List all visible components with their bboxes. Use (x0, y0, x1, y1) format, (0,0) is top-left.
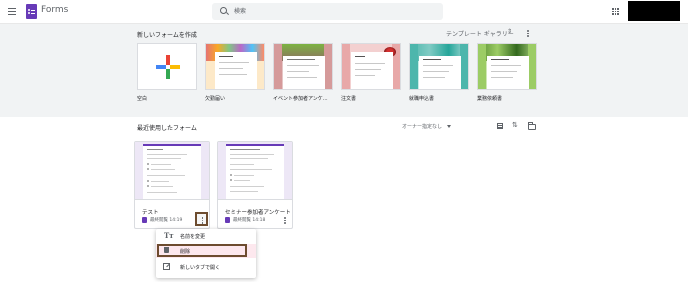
menu-item-label[interactable]: 名前を変更 (180, 233, 205, 240)
form-context-menu: Tт 名前を変更 削除 新しいタブで開く (156, 229, 256, 278)
unfold-more-icon[interactable]: ⇕ (507, 29, 512, 35)
menu-item-label[interactable]: 新しいタブで開く (180, 264, 220, 271)
recent-forms-title: 最近使用したフォーム (137, 125, 197, 132)
template-label[interactable]: 空白 (137, 95, 147, 102)
template-thumbnail[interactable] (341, 43, 401, 90)
form-more-options-button[interactable] (278, 212, 291, 226)
template-label[interactable]: 就職申込書 (409, 95, 434, 102)
menu-item-open-new-tab[interactable]: 新しいタブで開く (156, 260, 256, 274)
template-gallery: 新しいフォームを作成 テンプレート ギャラリー ⇕ 空白 欠勤届い イベント参加… (0, 24, 688, 117)
search-bar[interactable] (212, 3, 443, 20)
form-more-options-button[interactable] (195, 212, 208, 226)
search-icon[interactable] (220, 7, 227, 14)
template-label[interactable]: イベント参加者アンケ... (273, 95, 328, 102)
form-last-opened: 最終閲覧 14:18 (233, 218, 266, 223)
dropdown-caret-icon[interactable] (447, 125, 451, 128)
template-work-request[interactable]: 業務依頼書 (477, 43, 537, 102)
form-card-test[interactable]: テスト 最終閲覧 14:19 (134, 141, 210, 229)
owner-filter-dropdown[interactable]: オーナー指定なし (402, 123, 442, 130)
menu-item-rename[interactable]: Tт 名前を変更 (156, 229, 256, 243)
gallery-more-icon[interactable] (527, 30, 529, 38)
template-absence-form[interactable]: 欠勤届い (205, 43, 265, 102)
form-last-opened: 最終閲覧 14:19 (150, 218, 183, 223)
more-vert-icon[interactable] (284, 217, 286, 225)
forms-badge-icon (225, 217, 230, 223)
template-label[interactable]: 注文書 (341, 95, 356, 102)
template-thumbnail[interactable] (137, 43, 197, 90)
form-thumbnail[interactable] (218, 142, 292, 200)
more-vert-icon[interactable] (201, 217, 203, 225)
template-event-survey[interactable]: イベント参加者アンケ... (273, 43, 333, 102)
delete-highlight-outline (157, 244, 247, 257)
template-job-application[interactable]: 就職申込書 (409, 43, 469, 102)
form-title[interactable]: テスト (142, 208, 159, 216)
search-input[interactable] (234, 5, 434, 18)
folder-icon[interactable] (528, 122, 536, 130)
template-thumbnail[interactable] (409, 43, 469, 90)
template-label[interactable]: 業務依頼書 (477, 95, 502, 102)
template-thumbnail[interactable] (273, 43, 333, 90)
text-fields-icon: Tт (164, 231, 174, 240)
form-thumbnail[interactable] (135, 142, 209, 200)
app-title[interactable]: Forms (41, 5, 68, 15)
sort-az-icon[interactable]: ⇅ (512, 121, 518, 129)
template-gallery-button[interactable]: テンプレート ギャラリー (446, 29, 514, 38)
open-in-new-icon (163, 263, 170, 270)
list-view-icon[interactable] (497, 123, 503, 129)
template-thumbnail[interactable] (477, 43, 537, 90)
google-apps-icon[interactable] (612, 8, 619, 15)
gallery-title: 新しいフォームを作成 (137, 32, 197, 39)
forms-badge-icon (142, 217, 147, 223)
form-card-seminar-survey[interactable]: セミナー参加者アンケート 最終閲覧 14:18 (217, 141, 293, 229)
template-label[interactable]: 欠勤届い (205, 95, 225, 102)
forms-logo-icon[interactable] (26, 4, 37, 19)
template-order-form[interactable]: 注文書 (341, 43, 401, 102)
main-menu-icon[interactable] (8, 8, 16, 15)
template-thumbnail[interactable] (205, 43, 265, 90)
template-blank[interactable]: 空白 (137, 43, 197, 102)
top-app-bar: Forms (0, 0, 688, 24)
plus-icon (156, 55, 180, 79)
account-redacted-area[interactable] (628, 1, 680, 21)
